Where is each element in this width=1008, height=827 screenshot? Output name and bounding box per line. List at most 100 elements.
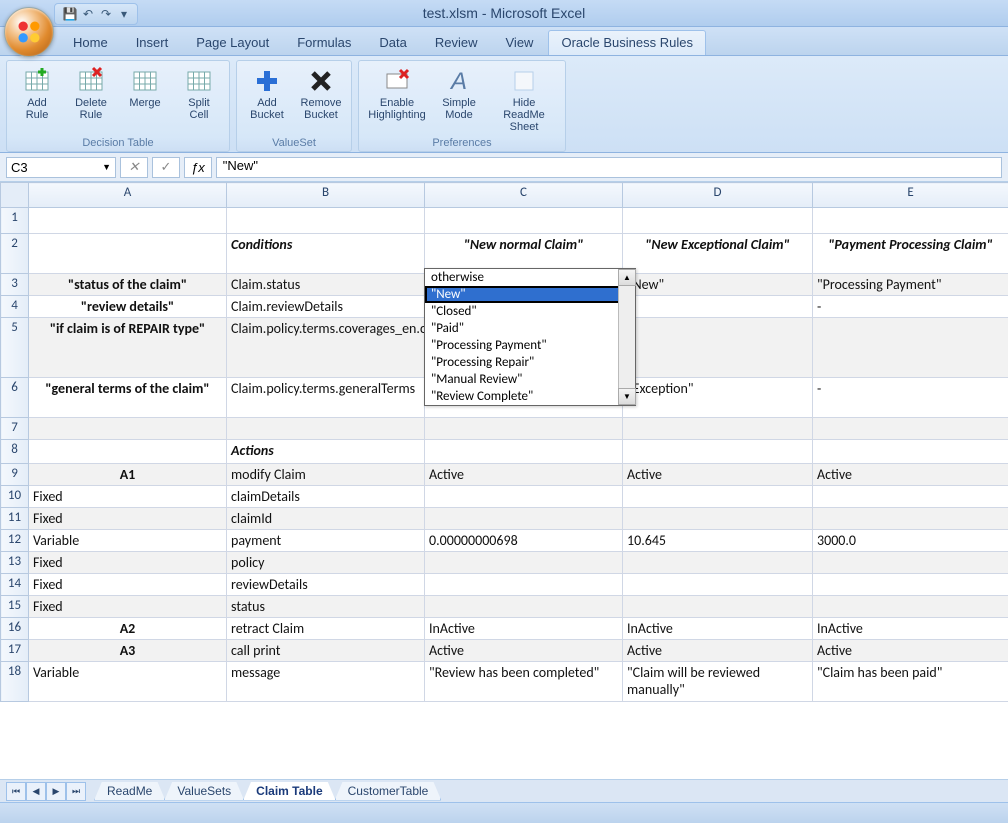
cell[interactable] [623, 574, 813, 596]
cell[interactable]: modify Claim [227, 464, 425, 486]
sheet-nav-next-icon[interactable]: ▶ [46, 782, 66, 801]
cell[interactable]: Fixed [29, 574, 227, 596]
dropdown-option[interactable]: "Closed" [425, 303, 635, 320]
sheet-nav-first-icon[interactable]: ⏮ [6, 782, 26, 801]
cell[interactable] [623, 418, 813, 440]
cell[interactable]: Claim.reviewDetails [227, 296, 425, 318]
cell[interactable]: - [813, 378, 1008, 418]
cell[interactable] [425, 486, 623, 508]
cell[interactable]: A3 [29, 640, 227, 662]
cell[interactable] [813, 440, 1008, 464]
cell[interactable]: "general terms of the claim" [29, 378, 227, 418]
row-header[interactable]: 7 [1, 418, 29, 440]
cell[interactable] [623, 440, 813, 464]
dropdown-option[interactable]: "Processing Payment" [425, 337, 635, 354]
row-header[interactable]: 5 [1, 318, 29, 378]
cell[interactable] [813, 318, 1008, 378]
cell[interactable]: InActive [623, 618, 813, 640]
merge-button[interactable]: Merge [119, 63, 171, 136]
cell[interactable]: Claim.policy.terms.generalTerms [227, 378, 425, 418]
cell[interactable] [623, 318, 813, 378]
cell[interactable]: A1 [29, 464, 227, 486]
cell[interactable]: Active [425, 640, 623, 662]
cell[interactable]: "Claim will be reviewed manually" [623, 662, 813, 702]
cell[interactable]: "Review has been completed" [425, 662, 623, 702]
cell[interactable]: Active [623, 640, 813, 662]
cell[interactable]: InActive [813, 618, 1008, 640]
cell[interactable]: Active [813, 640, 1008, 662]
cell[interactable]: call print [227, 640, 425, 662]
cell[interactable]: "if claim is of REPAIR type" [29, 318, 227, 378]
sheet-nav-prev-icon[interactable]: ◀ [26, 782, 46, 801]
row-header[interactable]: 16 [1, 618, 29, 640]
cell[interactable]: Fixed [29, 552, 227, 574]
add-bucket-button[interactable]: AddBucket [241, 63, 293, 136]
cell[interactable] [227, 208, 425, 234]
cell[interactable]: claimDetails [227, 486, 425, 508]
row-header[interactable]: 13 [1, 552, 29, 574]
remove-bucket-button[interactable]: RemoveBucket [295, 63, 347, 136]
delete-rule-button[interactable]: DeleteRule [65, 63, 117, 136]
cell[interactable]: InActive [425, 618, 623, 640]
cell[interactable]: Active [623, 464, 813, 486]
cell[interactable]: Actions [227, 440, 425, 464]
cell[interactable]: Fixed [29, 596, 227, 618]
office-button[interactable] [4, 7, 54, 57]
row-header[interactable]: 1 [1, 208, 29, 234]
dropdown-option[interactable]: otherwise [425, 269, 635, 286]
cell[interactable] [813, 486, 1008, 508]
ribbon-tab-data[interactable]: Data [366, 30, 419, 55]
dropdown-option[interactable]: "Review Complete" [425, 388, 635, 405]
cell[interactable]: retract Claim [227, 618, 425, 640]
cancel-formula-icon[interactable]: ✕ [120, 157, 148, 178]
cell[interactable]: A2 [29, 618, 227, 640]
dropdown-scrollbar[interactable]: ▲ ▼ [618, 269, 635, 405]
cell[interactable] [425, 552, 623, 574]
cell[interactable] [425, 508, 623, 530]
cell[interactable]: 3000.0 [813, 530, 1008, 552]
redo-icon[interactable]: ↷ [99, 7, 113, 21]
cell[interactable] [813, 552, 1008, 574]
cell[interactable] [425, 208, 623, 234]
accept-formula-icon[interactable]: ✓ [152, 157, 180, 178]
row-header[interactable]: 2 [1, 234, 29, 274]
cell[interactable] [29, 418, 227, 440]
ribbon-tab-view[interactable]: View [493, 30, 547, 55]
ribbon-tab-formulas[interactable]: Formulas [284, 30, 364, 55]
cell[interactable]: Variable [29, 662, 227, 702]
qat-more-icon[interactable]: ▾ [117, 7, 131, 21]
cell[interactable] [425, 418, 623, 440]
chevron-down-icon[interactable]: ▼ [102, 162, 111, 172]
dropdown-option[interactable]: "Paid" [425, 320, 635, 337]
row-header[interactable]: 3 [1, 274, 29, 296]
cell[interactable]: Fixed [29, 508, 227, 530]
cell[interactable] [623, 596, 813, 618]
cell[interactable]: policy [227, 552, 425, 574]
save-icon[interactable]: 💾 [63, 7, 77, 21]
cell[interactable]: Variable [29, 530, 227, 552]
column-header-B[interactable]: B [227, 183, 425, 208]
cell[interactable]: "New Exceptional Claim" [623, 234, 813, 274]
row-header[interactable]: 14 [1, 574, 29, 596]
row-header[interactable]: 8 [1, 440, 29, 464]
cell[interactable] [425, 596, 623, 618]
ribbon-tab-page-layout[interactable]: Page Layout [183, 30, 282, 55]
dropdown-option[interactable]: "Processing Repair" [425, 354, 635, 371]
cell[interactable] [623, 208, 813, 234]
enable-highlighting-button[interactable]: EnableHighlighting [363, 63, 431, 136]
row-header[interactable]: 12 [1, 530, 29, 552]
cell[interactable]: Claim.policy.terms.coverages_en.contains… [227, 318, 425, 378]
formula-input[interactable]: "New" [216, 157, 1002, 178]
cell[interactable] [29, 440, 227, 464]
cell[interactable] [813, 574, 1008, 596]
scroll-up-icon[interactable]: ▲ [618, 269, 636, 286]
cell[interactable]: Conditions [227, 234, 425, 274]
cell[interactable]: "review details" [29, 296, 227, 318]
cell[interactable]: "Processing Payment" [813, 274, 1008, 296]
cell[interactable]: "Payment Processing Claim" [813, 234, 1008, 274]
cell[interactable] [813, 508, 1008, 530]
cell[interactable]: message [227, 662, 425, 702]
cell[interactable] [227, 418, 425, 440]
cell[interactable] [623, 552, 813, 574]
cell[interactable]: payment [227, 530, 425, 552]
